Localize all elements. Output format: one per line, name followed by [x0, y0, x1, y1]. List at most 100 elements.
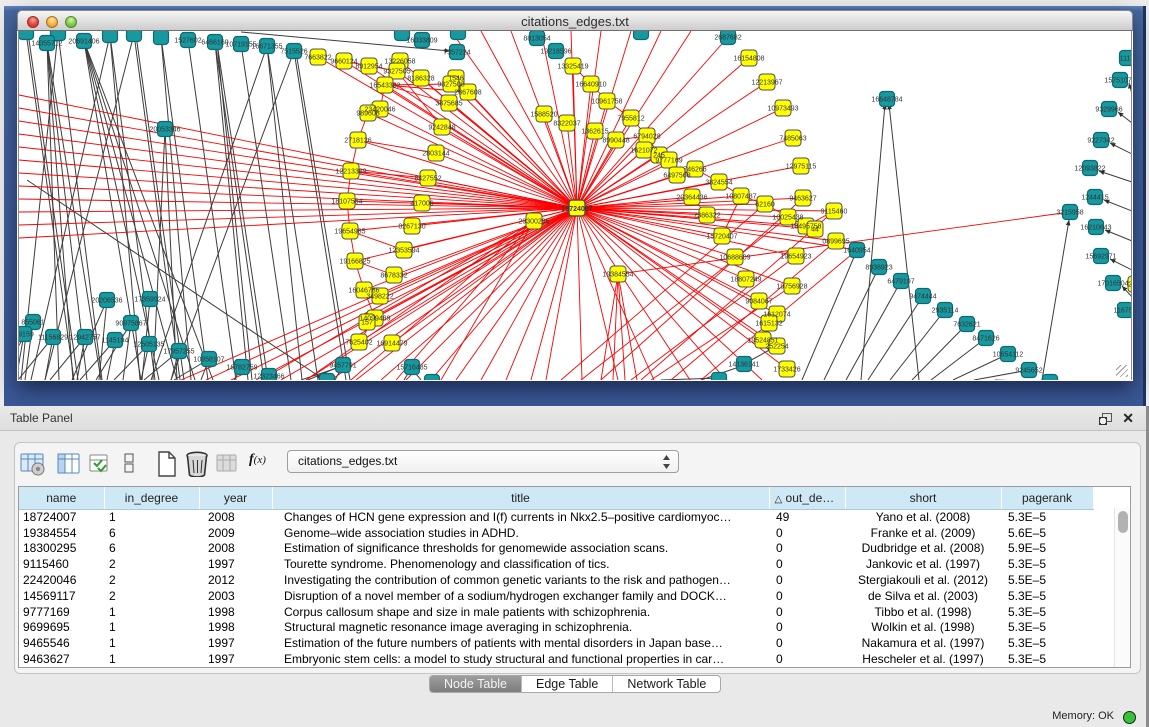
svg-text:9329966: 9329966 [1095, 107, 1122, 114]
svg-text:15692971: 15692971 [1085, 254, 1116, 261]
svg-text:16210643: 16210643 [1080, 225, 1111, 232]
svg-text:90975867: 90975867 [115, 321, 146, 328]
svg-text:14055712: 14055712 [31, 41, 62, 48]
svg-text:7485063: 7485063 [779, 136, 806, 143]
svg-text:9777169: 9777169 [655, 158, 682, 165]
svg-text:29300295: 29300295 [518, 219, 549, 226]
svg-text:8322037: 8322037 [553, 121, 580, 128]
svg-text:20053346: 20053346 [149, 127, 180, 134]
svg-text:11156829: 11156829 [38, 335, 68, 342]
svg-text:9463627: 9463627 [789, 196, 816, 203]
svg-text:9115460: 9115460 [821, 209, 848, 216]
svg-text:15751074: 15751074 [1104, 78, 1132, 85]
svg-text:9327508: 9327508 [437, 82, 464, 89]
svg-text:855061: 855061 [21, 320, 44, 327]
svg-text:17957255: 17957255 [163, 349, 194, 356]
svg-text:16782759: 16782759 [226, 365, 257, 372]
svg-text:2718126: 2718126 [344, 138, 371, 145]
svg-text:1640954: 1640954 [843, 248, 870, 255]
svg-text:1244415: 1244415 [1081, 195, 1108, 202]
svg-text:7663822: 7663822 [304, 55, 331, 62]
svg-text:3215958: 3215958 [1056, 210, 1083, 217]
svg-text:8813054: 8813054 [523, 36, 550, 43]
svg-text:15720407: 15720407 [706, 234, 737, 241]
svg-text:8427552: 8427552 [414, 176, 441, 183]
svg-text:0899695: 0899695 [822, 239, 849, 246]
svg-text:18107554: 18107554 [331, 199, 362, 206]
svg-text:989608: 989608 [356, 111, 379, 118]
svg-text:9474444: 9474444 [909, 294, 936, 301]
svg-text:16033809: 16033809 [406, 38, 437, 45]
svg-text:17359924: 17359924 [134, 297, 165, 304]
svg-text:7632621: 7632621 [953, 322, 980, 329]
svg-text:20206536: 20206536 [91, 298, 122, 305]
svg-text:7625402: 7625402 [345, 340, 372, 347]
svg-text:10958107: 10958107 [193, 357, 224, 364]
svg-text:13226058: 13226058 [384, 59, 415, 66]
svg-text:8938923: 8938923 [865, 265, 892, 272]
svg-text:10961758: 10961758 [591, 99, 622, 106]
svg-text:1527602: 1527602 [174, 38, 201, 45]
svg-text:15716485: 15716485 [396, 365, 427, 372]
svg-text:44: 44 [811, 227, 819, 234]
svg-text:16640910: 16640910 [575, 82, 606, 89]
svg-text:2687682: 2687682 [714, 35, 741, 42]
svg-text:9245652: 9245652 [1015, 368, 1042, 375]
svg-text:7357224: 7357224 [443, 50, 470, 57]
svg-text:7386322: 7386322 [693, 213, 720, 220]
svg-text:6479197: 6479197 [887, 279, 914, 286]
svg-text:13325419: 13325419 [557, 64, 588, 71]
svg-text:9660124: 9660124 [330, 59, 357, 66]
svg-text:9227342: 9227342 [1087, 138, 1114, 145]
svg-text:17016504: 17016504 [1097, 281, 1128, 288]
svg-text:3824554: 3824554 [705, 180, 732, 187]
svg-text:18724007: 18724007 [561, 206, 592, 213]
svg-text:1588520: 1588520 [530, 112, 557, 119]
svg-text:9457791: 9457791 [329, 363, 356, 370]
svg-text:8267130: 8267130 [398, 224, 425, 231]
svg-text:19756928: 19756928 [776, 284, 807, 291]
svg-text:16648784: 16648784 [871, 97, 902, 104]
svg-text:10807487: 10807487 [725, 194, 756, 201]
svg-text:16671355: 16671355 [251, 44, 282, 51]
svg-text:1117: 1117 [1120, 56, 1132, 63]
svg-text:3875685: 3875685 [435, 101, 462, 108]
svg-text:12093822: 12093822 [1074, 166, 1105, 173]
svg-text:12353594: 12353594 [388, 248, 419, 255]
svg-text:19166825: 19166825 [339, 259, 370, 266]
svg-text:16543382: 16543382 [369, 83, 400, 90]
svg-text:1145194: 1145194 [102, 338, 129, 345]
svg-text:8678332: 8678332 [380, 273, 407, 280]
svg-text:18807249: 18807249 [730, 277, 761, 284]
svg-text:20691406: 20691406 [68, 39, 99, 46]
svg-text:19384554: 19384554 [602, 272, 633, 279]
svg-text:1362615: 1362615 [581, 129, 608, 136]
svg-text:19218596: 19218596 [540, 49, 571, 56]
svg-text:2935114: 2935114 [932, 308, 959, 315]
svg-text:417006: 417006 [410, 201, 433, 208]
svg-text:6497568: 6497568 [663, 173, 690, 180]
svg-text:157: 157 [361, 320, 373, 327]
svg-text:2774: 2774 [1128, 282, 1132, 289]
svg-text:16154808: 16154808 [733, 56, 764, 63]
svg-text:12323466: 12323466 [253, 374, 284, 381]
svg-text:20364436: 20364436 [676, 195, 707, 202]
svg-text:10688609: 10688609 [719, 255, 750, 262]
svg-text:14136141: 14136141 [728, 362, 759, 369]
svg-text:1612074: 1612074 [763, 312, 790, 319]
svg-text:252254: 252254 [765, 344, 788, 351]
svg-text:2867608: 2867608 [454, 90, 481, 97]
svg-text:9242848: 9242848 [428, 125, 455, 132]
svg-text:8990448: 8990448 [602, 138, 629, 145]
svg-text:12505135: 12505135 [133, 342, 164, 349]
svg-text:1733426: 1733426 [773, 367, 800, 374]
svg-text:12975115: 12975115 [786, 164, 817, 171]
svg-text:746266: 746266 [683, 167, 706, 174]
svg-text:8186328: 8186328 [407, 76, 434, 83]
svg-text:10654112: 10654112 [993, 352, 1024, 359]
svg-text:16914479: 16914479 [376, 341, 407, 348]
svg-text:10973493: 10973493 [767, 106, 798, 113]
svg-text:9084067: 9084067 [745, 299, 772, 306]
svg-text:116753: 116753 [1114, 308, 1132, 315]
svg-text:8471626: 8471626 [972, 336, 999, 343]
